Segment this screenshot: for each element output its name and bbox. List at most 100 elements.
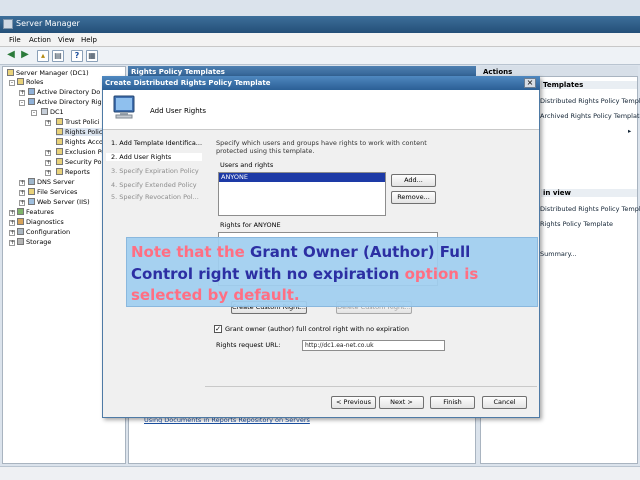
tree-item-ad-domain[interactable]: Active Directory Do <box>28 88 100 96</box>
up-folder-icon[interactable]: ▴ <box>37 50 49 62</box>
toolbar: ◀ ▶ ▴ ▤ ? ▦ <box>0 47 640 65</box>
help-icon[interactable]: ? <box>71 50 83 62</box>
wizard-title: Create Distributed Rights Policy Templat… <box>102 76 540 90</box>
tree-item-ad-rights[interactable]: Active Directory Rig <box>28 98 102 106</box>
list-item[interactable]: ANYONE <box>219 173 385 182</box>
folder-icon <box>56 158 63 165</box>
tree-item-configuration[interactable]: Configuration <box>17 228 70 236</box>
menu-help[interactable]: Help <box>81 36 97 44</box>
grant-owner-checkbox[interactable]: ✓ <box>214 325 222 333</box>
features-icon <box>17 208 24 215</box>
computer-icon <box>113 95 135 119</box>
tree-item-reports[interactable]: Reports <box>56 168 90 176</box>
tree-item-security[interactable]: Security Pol <box>56 158 103 166</box>
folder-icon <box>56 148 63 155</box>
action-distributed-templates[interactable]: Distributed Rights Policy Templ... <box>540 97 640 105</box>
collapse-icon[interactable]: - <box>9 80 15 86</box>
users-and-rights-label: Users and rights <box>220 161 274 169</box>
callout-text-part1: Note that the <box>131 243 251 261</box>
callout-text: Note that the Grant Owner (Author) Full … <box>131 242 533 307</box>
folder-icon <box>28 188 35 195</box>
finish-button[interactable]: Finish <box>430 396 475 409</box>
properties-icon[interactable]: ▦ <box>86 50 98 62</box>
tree-item-storage[interactable]: Storage <box>17 238 51 246</box>
expand-icon[interactable]: + <box>19 180 25 186</box>
collapse-icon[interactable]: - <box>31 110 37 116</box>
menu-file[interactable]: File <box>9 36 21 44</box>
expand-icon[interactable]: + <box>9 210 15 216</box>
folder-icon <box>56 168 63 175</box>
folder-icon <box>56 128 63 135</box>
tree-item-dns[interactable]: DNS Server <box>28 178 74 186</box>
actions-section-view: in view <box>541 189 637 197</box>
tree-item-diagnostics[interactable]: Diagnostics <box>17 218 64 226</box>
expand-icon[interactable]: + <box>45 120 51 126</box>
next-button[interactable]: Next > <box>379 396 424 409</box>
expand-icon[interactable]: + <box>19 200 25 206</box>
divider <box>205 386 537 387</box>
folder-icon <box>56 138 63 145</box>
window-titlebar: Server Manager <box>0 16 640 33</box>
expand-icon[interactable]: + <box>9 240 15 246</box>
menu-bar: File Action View Help <box>0 33 640 47</box>
expand-icon[interactable]: + <box>9 220 15 226</box>
grant-owner-label: Grant owner (author) full control right … <box>225 325 409 333</box>
actions-section-templates: Templates <box>541 81 637 89</box>
step-template-identification[interactable]: 1. Add Template Identifica... <box>111 139 202 147</box>
back-icon[interactable]: ◀ <box>5 50 17 62</box>
previous-button[interactable]: < Previous <box>331 396 376 409</box>
tutorial-callout: Note that the Grant Owner (Author) Full … <box>126 237 538 307</box>
tree-item-rights-account[interactable]: Rights Acco <box>56 138 103 146</box>
tree-item-exclusion[interactable]: Exclusion Po <box>56 148 105 156</box>
server-icon <box>7 69 14 76</box>
diagnostics-icon <box>17 218 24 225</box>
window-title: Server Manager <box>16 19 80 28</box>
tree-item-roles[interactable]: Roles <box>17 78 43 86</box>
close-icon[interactable]: × <box>524 78 536 88</box>
roles-icon <box>17 78 24 85</box>
expand-icon[interactable]: + <box>45 160 51 166</box>
action-rights-policy-template[interactable]: Rights Policy Template <box>540 220 613 228</box>
console-tree-icon[interactable]: ▤ <box>52 50 64 62</box>
action-archived-templates[interactable]: Archived Rights Policy Templates <box>540 112 640 120</box>
server-icon <box>41 108 48 115</box>
folder-icon <box>56 118 63 125</box>
tree-item-rights-policy[interactable]: Rights Polic <box>56 128 103 136</box>
expand-icon[interactable]: + <box>9 230 15 236</box>
tree-item-features[interactable]: Features <box>17 208 54 216</box>
tree-item-trust-policies[interactable]: Trust Polici <box>56 118 99 126</box>
step-extended-policy: 4. Specify Extended Policy <box>111 181 197 189</box>
add-button[interactable]: Add... <box>391 174 436 187</box>
rights-request-url-field[interactable]: http://dc1.ea-net.co.uk <box>302 340 445 351</box>
dns-icon <box>28 178 35 185</box>
cancel-button[interactable]: Cancel <box>482 396 527 409</box>
action-distributed-templates-2[interactable]: Distributed Rights Policy Templ... <box>540 205 640 213</box>
web-server-icon <box>28 198 35 205</box>
expand-icon[interactable]: + <box>45 170 51 176</box>
tree-item-web-server[interactable]: Web Server (IIS) <box>28 198 90 206</box>
ad-icon <box>28 88 35 95</box>
remove-button[interactable]: Remove... <box>391 191 436 204</box>
wizard-page-title: Add User Rights <box>150 107 207 115</box>
step-add-user-rights[interactable]: 2. Add User Rights <box>106 153 202 161</box>
action-summary[interactable]: Summary... <box>540 250 577 258</box>
menu-action[interactable]: Action <box>29 36 51 44</box>
ad-rms-icon <box>28 98 35 105</box>
storage-icon <box>17 238 24 245</box>
step-revocation-policy: 5. Specify Revocation Pol... <box>111 193 199 201</box>
rights-for-label: Rights for ANYONE <box>220 221 281 229</box>
rights-request-url-label: Rights request URL: <box>216 341 281 349</box>
menu-view[interactable]: View <box>58 36 75 44</box>
collapse-icon[interactable]: - <box>19 100 25 106</box>
configuration-icon <box>17 228 24 235</box>
expand-icon[interactable]: + <box>19 190 25 196</box>
forward-icon[interactable]: ▶ <box>19 50 31 62</box>
submenu-arrow-icon[interactable]: ▸ <box>628 127 631 135</box>
tree-item-dc1[interactable]: DC1 <box>41 108 64 116</box>
expand-icon[interactable]: + <box>19 90 25 96</box>
expand-icon[interactable]: + <box>45 150 51 156</box>
tree-item-server-manager[interactable]: Server Manager (DC1) <box>7 69 89 77</box>
step-expiration-policy: 3. Specify Expiration Policy <box>111 167 199 175</box>
tree-item-file-services[interactable]: File Services <box>28 188 77 196</box>
status-bar <box>0 466 640 480</box>
